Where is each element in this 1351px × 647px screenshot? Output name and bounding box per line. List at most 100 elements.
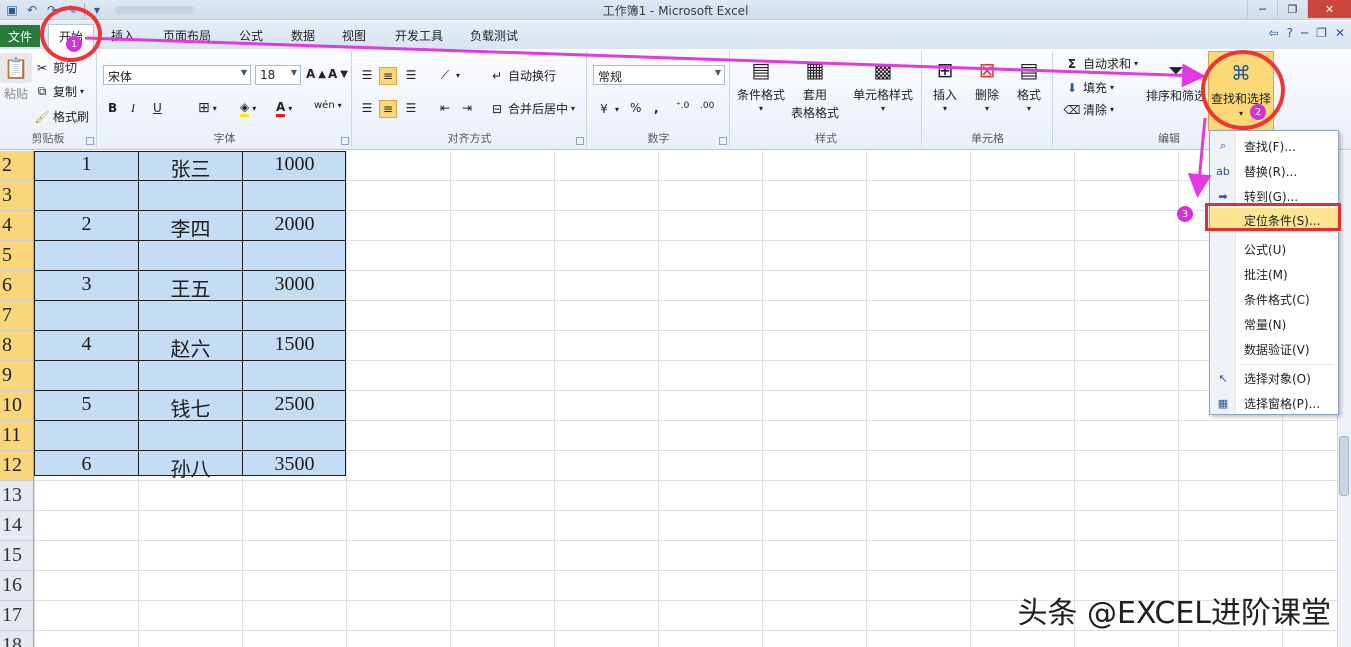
- table-cell[interactable]: 孙八: [139, 453, 242, 482]
- align-left-button[interactable]: ☰: [359, 100, 375, 116]
- format-as-table-button[interactable]: ▦ 套用 表格格式: [791, 55, 839, 121]
- menu-item-conditional-formatting[interactable]: 条件格式(C): [1210, 287, 1340, 311]
- menu-item-find[interactable]: ⌕ 查找(F)...: [1210, 134, 1340, 158]
- fill-button[interactable]: ⬇ 填充 ▾: [1064, 79, 1114, 96]
- align-top-button[interactable]: ☰: [359, 67, 375, 83]
- table-cell[interactable]: 3500: [243, 453, 346, 476]
- grow-font-button[interactable]: A ▲: [306, 67, 326, 81]
- cell-styles-button[interactable]: ▩ 单元格样式 ▾: [853, 55, 913, 113]
- border-button[interactable]: ⊞ ▾: [198, 100, 217, 116]
- help-icon[interactable]: ?: [1287, 26, 1293, 40]
- fill-color-button[interactable]: ◈ ▾: [240, 100, 256, 117]
- format-painter-button[interactable]: 🖌 格式刷: [34, 108, 89, 125]
- percent-button[interactable]: %: [630, 101, 641, 115]
- row-header[interactable]: 9: [0, 361, 34, 391]
- table-cell[interactable]: 5: [35, 393, 138, 416]
- merge-center-button[interactable]: ⊟ 合并后居中 ▾: [489, 100, 575, 117]
- autosum-button[interactable]: Σ 自动求和 ▾: [1064, 55, 1138, 72]
- format-cells-button[interactable]: ▤ 格式 ▾: [1013, 55, 1045, 113]
- increase-decimal-button[interactable]: ⁺.0: [676, 101, 689, 111]
- number-launcher-icon[interactable]: [719, 137, 727, 145]
- sort-filter-button[interactable]: ⏷ 排序和筛选: [1146, 55, 1206, 104]
- row-header[interactable]: 5: [0, 241, 34, 271]
- table-cell[interactable]: 2000: [243, 213, 346, 236]
- tab-developer[interactable]: 开发工具: [395, 27, 443, 44]
- minimize-ribbon-icon[interactable]: ⇦: [1269, 26, 1279, 40]
- number-format-combo[interactable]: 常规 ▼: [593, 65, 725, 85]
- table-cell[interactable]: 张三: [139, 153, 242, 182]
- table-cell[interactable]: 李四: [139, 213, 242, 242]
- menu-item-constants[interactable]: 常量(N): [1210, 312, 1340, 336]
- table-cell[interactable]: 1: [35, 153, 138, 176]
- table-cell[interactable]: 2: [35, 213, 138, 236]
- increase-indent-button[interactable]: ⇥: [459, 100, 475, 116]
- table-cell[interactable]: 王五: [139, 273, 242, 302]
- row-header[interactable]: 16: [0, 571, 34, 601]
- scroll-thumb[interactable]: [1339, 436, 1349, 496]
- table-cell[interactable]: 3000: [243, 273, 346, 296]
- table-cell[interactable]: 3: [35, 273, 138, 296]
- row-header[interactable]: 2: [0, 151, 34, 181]
- comma-button[interactable]: ,: [654, 101, 659, 115]
- menu-item-selection-pane[interactable]: ▦ 选择窗格(P)...: [1210, 391, 1340, 415]
- copy-button[interactable]: ⧉ 复制 ▾: [34, 83, 84, 100]
- tab-data[interactable]: 数据: [291, 27, 315, 44]
- tab-insert[interactable]: 插入: [111, 27, 135, 44]
- tab-file[interactable]: 文件: [0, 25, 40, 47]
- table-cell[interactable]: 6: [35, 453, 138, 476]
- table-cell[interactable]: 1000: [243, 153, 346, 176]
- row-header[interactable]: 11: [0, 421, 34, 451]
- delete-cells-button[interactable]: ⊠ 删除 ▾: [971, 55, 1003, 113]
- row-header[interactable]: 6: [0, 271, 34, 301]
- row-header[interactable]: 18: [0, 631, 34, 647]
- underline-button[interactable]: U: [153, 101, 162, 115]
- minimize-button[interactable]: ─: [1247, 0, 1277, 18]
- tab-page-layout[interactable]: 页面布局: [163, 27, 211, 44]
- row-header[interactable]: 3: [0, 181, 34, 211]
- clipboard-launcher-icon[interactable]: [86, 137, 94, 145]
- row-header[interactable]: 15: [0, 541, 34, 571]
- insert-cells-button[interactable]: ⊞ 插入 ▾: [929, 55, 961, 113]
- row-header[interactable]: 10: [0, 391, 34, 421]
- doc-close-icon[interactable]: ✕: [1335, 26, 1345, 40]
- menu-item-data-validation[interactable]: 数据验证(V): [1210, 337, 1340, 361]
- align-center-button[interactable]: ≡: [379, 100, 397, 118]
- conditional-format-button[interactable]: ▤ 条件格式 ▾: [737, 55, 785, 113]
- wrap-text-button[interactable]: ↵ 自动换行: [489, 67, 556, 84]
- close-button[interactable]: ✕: [1307, 0, 1351, 18]
- font-name-combo[interactable]: 宋体 ▼: [103, 65, 251, 85]
- doc-restore-icon[interactable]: ❐: [1316, 26, 1327, 40]
- menu-item-select-objects[interactable]: ↖ 选择对象(O): [1210, 366, 1340, 390]
- row-header[interactable]: 7: [0, 301, 34, 331]
- table-cell[interactable]: 赵六: [139, 333, 242, 362]
- alignment-launcher-icon[interactable]: [576, 137, 584, 145]
- table-cell[interactable]: 1500: [243, 333, 346, 356]
- menu-item-formulas[interactable]: 公式(U): [1210, 237, 1340, 261]
- align-bottom-button[interactable]: ☰: [403, 67, 419, 83]
- shrink-font-button[interactable]: A ▼: [328, 67, 348, 81]
- selected-range[interactable]: [34, 151, 346, 476]
- tab-load-test[interactable]: 负载测试: [470, 27, 518, 44]
- decrease-decimal-button[interactable]: .00: [700, 101, 714, 111]
- menu-item-comments[interactable]: 批注(M): [1210, 262, 1340, 286]
- font-launcher-icon[interactable]: [341, 137, 349, 145]
- currency-button[interactable]: ¥ ▾: [596, 101, 619, 117]
- menu-item-replace[interactable]: ab 替换(R)...: [1210, 159, 1340, 183]
- table-cell[interactable]: 4: [35, 333, 138, 356]
- row-header[interactable]: 4: [0, 211, 34, 241]
- align-middle-button[interactable]: ≡: [379, 67, 397, 85]
- paste-button[interactable]: 📋 粘贴: [0, 53, 32, 102]
- doc-minimize-icon[interactable]: ─: [1301, 26, 1308, 40]
- tab-formulas[interactable]: 公式: [239, 27, 263, 44]
- decrease-indent-button[interactable]: ⇤: [437, 100, 453, 116]
- row-header[interactable]: 17: [0, 601, 34, 631]
- italic-button[interactable]: I: [131, 101, 135, 116]
- table-cell[interactable]: 钱七: [139, 393, 242, 422]
- font-size-combo[interactable]: 18 ▼: [255, 65, 301, 85]
- row-header[interactable]: 12: [0, 451, 34, 481]
- row-header[interactable]: 8: [0, 331, 34, 361]
- row-header[interactable]: 14: [0, 511, 34, 541]
- table-cell[interactable]: 2500: [243, 393, 346, 416]
- font-color-button[interactable]: A ▾: [276, 100, 292, 117]
- maximize-button[interactable]: ❐: [1277, 0, 1307, 18]
